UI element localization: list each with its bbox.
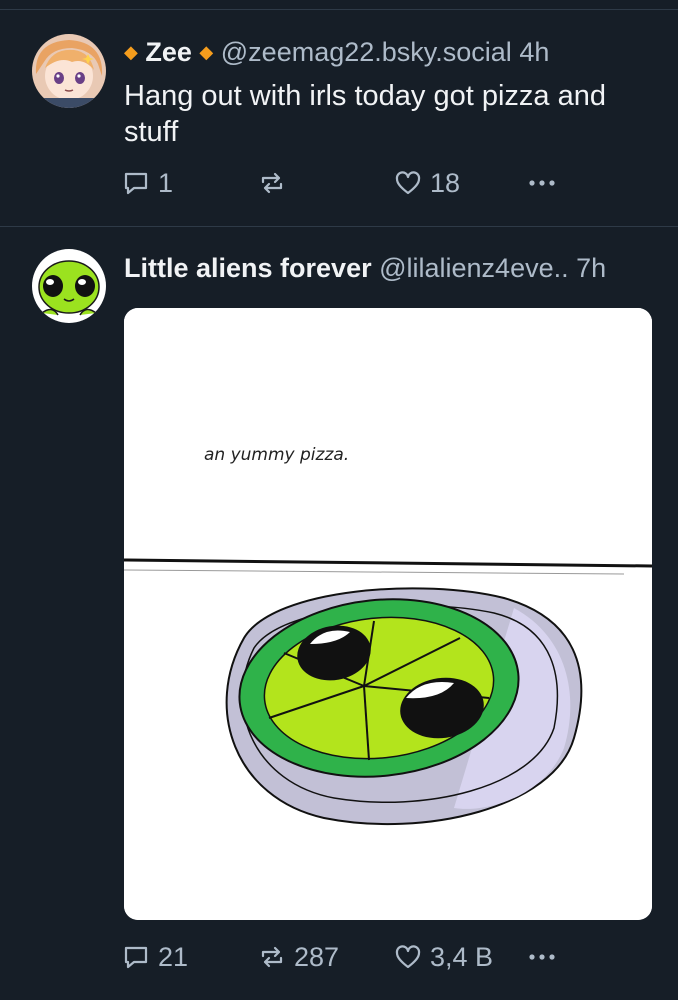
reply-count: 21 xyxy=(158,941,189,972)
post-time[interactable]: 7h xyxy=(576,253,606,283)
alien-avatar-icon xyxy=(32,249,106,323)
like-button[interactable]: 3,4 B xyxy=(394,939,493,975)
feed-post[interactable]: Little aliens forever @lilalienz4eve.. 7… xyxy=(0,227,678,1000)
author-handle[interactable]: @lilalienz4eve.. xyxy=(379,253,569,283)
post-actions: 21 287 3,4 B xyxy=(122,939,572,975)
more-options-button[interactable] xyxy=(526,165,558,201)
like-button[interactable]: 18 xyxy=(394,165,460,201)
diamond-icon: ◆ xyxy=(199,42,214,62)
anime-avatar-icon xyxy=(32,34,106,108)
repost-icon xyxy=(261,172,283,194)
like-count: 3,4 B xyxy=(430,941,494,972)
diamond-icon: ◆ xyxy=(124,42,138,62)
post-time[interactable]: 4h xyxy=(519,37,549,67)
repost-icon xyxy=(261,946,283,968)
reply-button[interactable]: 21 xyxy=(122,939,188,975)
image-caption: an yummy pizza. xyxy=(204,445,349,465)
repost-button[interactable]: 287 xyxy=(258,939,339,975)
like-count: 18 xyxy=(430,167,461,198)
reply-button[interactable]: 1 xyxy=(122,165,173,201)
avatar[interactable] xyxy=(32,34,106,108)
post-image[interactable]: an yummy pizza. xyxy=(124,308,652,920)
post-header: ◆ Zee ◆ @zeemag22.bsky.social 4h xyxy=(124,35,654,69)
feed-top-divider xyxy=(0,0,678,10)
reply-icon xyxy=(124,172,148,195)
feed-post[interactable]: ◆ Zee ◆ @zeemag22.bsky.social 4h Hang ou… xyxy=(0,10,678,227)
author-handle[interactable]: @zeemag22.bsky.social xyxy=(221,37,512,67)
repost-button[interactable] xyxy=(258,165,294,201)
post-actions: 1 18 xyxy=(122,165,572,201)
reply-count: 1 xyxy=(158,167,174,198)
more-dots-icon xyxy=(529,180,555,186)
author-name[interactable]: Zee xyxy=(145,37,192,67)
more-options-button[interactable] xyxy=(526,939,558,975)
author-name[interactable]: Little aliens forever xyxy=(124,253,372,283)
reply-icon xyxy=(124,946,148,969)
post-header: Little aliens forever @lilalienz4eve.. 7… xyxy=(124,251,654,285)
avatar[interactable] xyxy=(32,249,106,323)
repost-count: 287 xyxy=(294,941,340,972)
heart-icon xyxy=(395,945,421,969)
more-dots-icon xyxy=(529,954,555,960)
pizza-drawing: an yummy pizza. xyxy=(124,308,652,920)
post-text: Hang out with irls today got pizza and s… xyxy=(124,80,606,148)
heart-icon xyxy=(395,171,421,195)
